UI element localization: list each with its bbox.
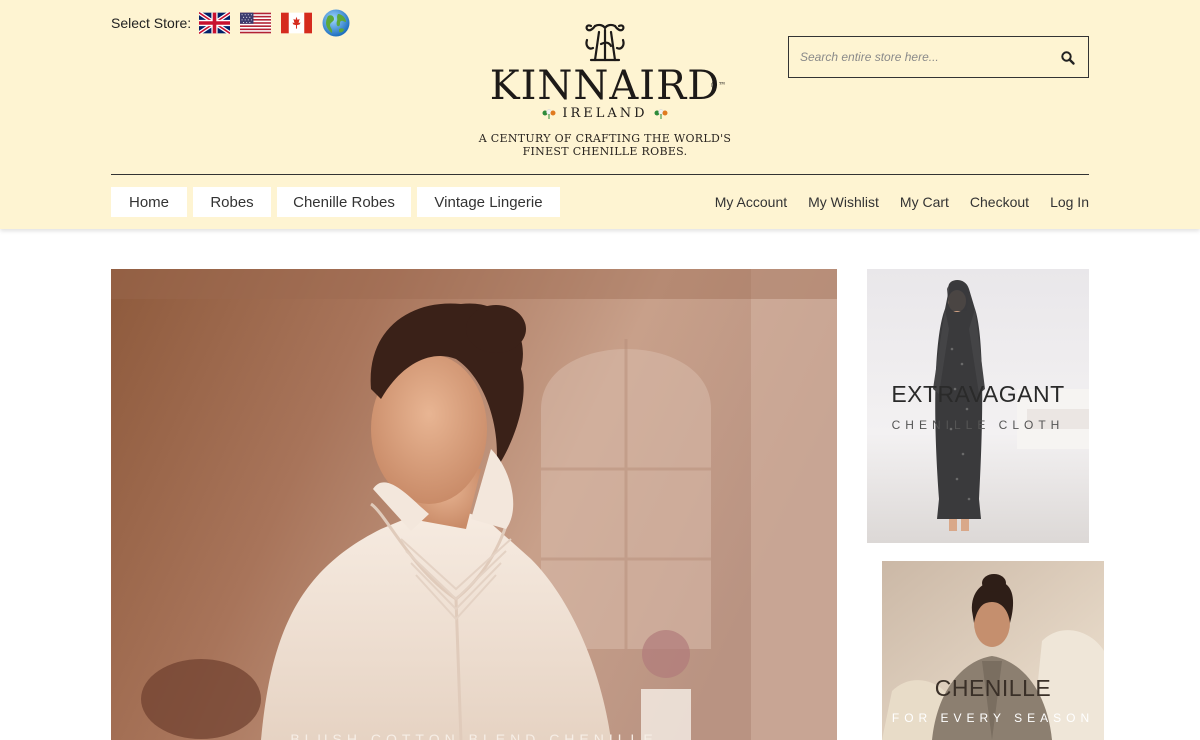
promo-title: EXTRAVAGANT (891, 381, 1065, 407)
tagline-line-2: FINEST CHENILLE ROBES. (522, 145, 688, 158)
search-icon[interactable] (1060, 50, 1076, 66)
tagline-line-1: A CENTURY OF CRAFTING THE WORLD'S (478, 132, 732, 145)
logo-name-text: KINNAIRD (489, 63, 721, 109)
logo-tagline: A CENTURY OF CRAFTING THE WORLD'S FINEST… (460, 132, 750, 158)
logo-name: KINNAIRD ®™ (460, 66, 750, 106)
hero-caption: BLUSH COTTON BLEND CHENILLE (290, 731, 658, 740)
my-wishlist-link[interactable]: My Wishlist (808, 194, 879, 210)
header-divider (111, 174, 1089, 175)
hero-banner[interactable]: BLUSH COTTON BLEND CHENILLE (111, 269, 837, 740)
promo-extravagant[interactable]: EXTRAVAGANT CHENILLE CLOTH (867, 269, 1089, 543)
account-links: My Account My Wishlist My Cart Checkout … (694, 187, 1089, 217)
promo-title: CHENILLE (934, 675, 1052, 701)
promo-subtitle: CHENILLE CLOTH (891, 418, 1065, 432)
my-account-link[interactable]: My Account (715, 194, 787, 210)
my-cart-link[interactable]: My Cart (900, 194, 949, 210)
nav-item-home[interactable]: Home (111, 187, 187, 217)
uk-flag-icon[interactable] (199, 12, 231, 34)
site-header: Select Store: KINNAIRD ®™ IRELAND A CENT… (0, 0, 1200, 229)
logo-trademark: ®™ (710, 81, 726, 90)
search-input[interactable] (789, 37, 1039, 77)
promo-chenille[interactable]: CHENILLE FOR EVERY SEASON (882, 561, 1104, 740)
nav-item-chenille-robes[interactable]: Chenille Robes (277, 187, 411, 217)
globe-icon[interactable] (322, 9, 350, 37)
nav-item-vintage-lingerie[interactable]: Vintage Lingerie (417, 187, 560, 217)
search-box (788, 36, 1089, 78)
log-in-link[interactable]: Log In (1050, 194, 1089, 210)
primary-nav: Home Robes Chenille Robes Vintage Linger… (111, 187, 566, 217)
hero-image (111, 269, 837, 740)
site-logo[interactable]: KINNAIRD ®™ IRELAND A CENTURY OF CRAFTIN… (460, 20, 750, 170)
irish-flag-shamrock-icon (542, 109, 556, 119)
logo-crest-icon (585, 23, 625, 62)
canada-flag-icon[interactable] (281, 12, 313, 34)
store-selector: Select Store: (111, 8, 350, 38)
checkout-link[interactable]: Checkout (970, 194, 1029, 210)
promo-subtitle: FOR EVERY SEASON (891, 711, 1095, 725)
irish-flag-shamrock-icon (654, 109, 668, 119)
nav-item-robes[interactable]: Robes (193, 187, 271, 217)
us-flag-icon[interactable] (240, 12, 272, 34)
store-label: Select Store: (111, 15, 192, 31)
